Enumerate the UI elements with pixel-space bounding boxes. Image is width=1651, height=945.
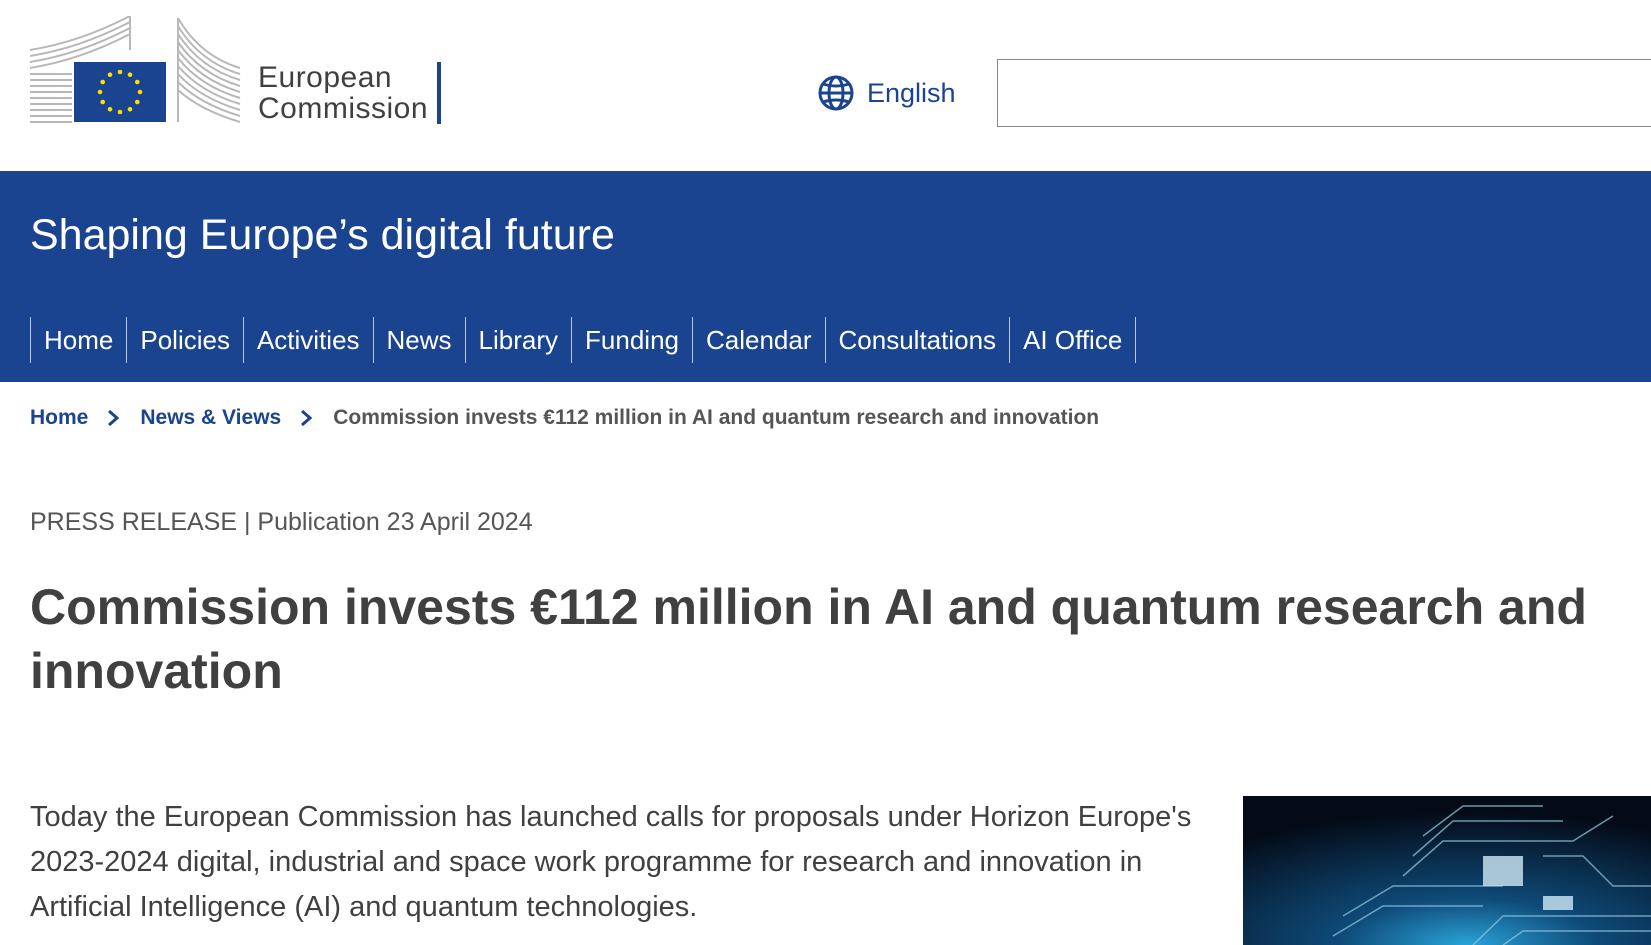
logo-divider	[437, 62, 441, 124]
globe-icon	[818, 75, 854, 111]
page-title: Commission invests €112 million in AI an…	[30, 579, 1587, 699]
chevron-right-icon	[299, 407, 313, 430]
nav-item-calendar[interactable]: Calendar	[693, 317, 826, 363]
article-meta: PRESS RELEASE | Publication 23 April 202…	[30, 508, 533, 536]
logo-wordmark: European Commission	[258, 62, 428, 124]
main-navigation: Home Policies Activities News Library Fu…	[30, 317, 1137, 363]
article-lead: Today the European Commission has launch…	[30, 801, 1192, 923]
language-label: English	[867, 77, 956, 108]
logo-line-2: Commission	[258, 92, 429, 125]
search-input[interactable]	[997, 59, 1651, 127]
site-header: European Commission English	[0, 0, 1651, 171]
breadcrumb: Home News & Views Commission invests €11…	[30, 406, 1099, 430]
site-title[interactable]: Shaping Europe’s digital future	[30, 211, 615, 260]
nav-item-home[interactable]: Home	[31, 317, 128, 363]
site-banner: Shaping Europe’s digital future Home Pol…	[0, 171, 1651, 382]
nav-item-funding[interactable]: Funding	[572, 317, 693, 363]
article-image	[1243, 796, 1651, 945]
nav-item-news[interactable]: News	[374, 317, 466, 363]
breadcrumb-news-views[interactable]: News & Views	[140, 406, 281, 430]
logo-line-1: European	[258, 61, 393, 94]
nav-item-ai-office[interactable]: AI Office	[1010, 317, 1137, 363]
ec-logo-graphic	[29, 15, 241, 123]
chevron-right-icon	[106, 407, 120, 430]
nav-item-consultations[interactable]: Consultations	[826, 317, 1011, 363]
language-selector[interactable]: English	[817, 74, 956, 112]
breadcrumb-current: Commission invests €112 million in AI an…	[333, 406, 1100, 429]
breadcrumb-home[interactable]: Home	[30, 406, 88, 430]
nav-item-policies[interactable]: Policies	[127, 317, 244, 363]
nav-item-activities[interactable]: Activities	[244, 317, 374, 363]
nav-item-library[interactable]: Library	[466, 317, 573, 363]
